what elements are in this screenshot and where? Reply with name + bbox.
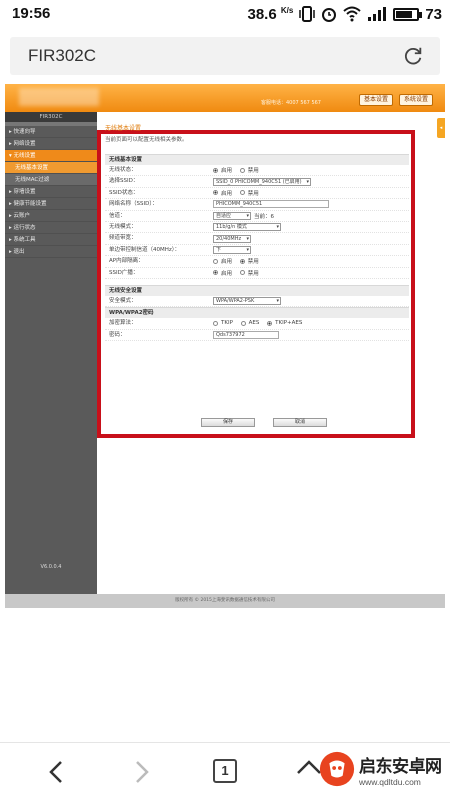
aes-radio[interactable]: [240, 320, 246, 326]
sidebar-nav: ▸ 快速向导 ▸ 网络设置 ▾ 无线设置 无线基本设置 无线MAC过滤 ▸ 穿墙设置 ▸ 健…: [5, 126, 97, 258]
ap-isolation-enable-radio[interactable]: [213, 258, 218, 264]
router-footer: 版权所有 © 2015上海斐讯数据通信技术有限公司: [5, 594, 445, 608]
sidebar-item-2[interactable]: ▾ 无线设置: [5, 150, 97, 162]
sidebar-item-3[interactable]: 无线基本设置: [5, 162, 97, 174]
wireless-form: 无线基本设置 无线状态： 启用 禁用 选择SSID： SSID_0 PHICOM…: [105, 154, 409, 427]
row-encryption: 加密算法： TKIP AES TKIP+AES: [105, 318, 409, 330]
row-ssid-state: SSID状态： 启用 禁用: [105, 188, 409, 200]
wireless-disable-radio[interactable]: [239, 167, 245, 173]
ssid-select[interactable]: SSID_0 PHICOMM_940C51 (已启用): [213, 177, 311, 186]
battery-level: 73: [425, 5, 442, 23]
sidebar-item-10[interactable]: ▸ 退出: [5, 246, 97, 258]
row-password: 密码： Qds737972: [105, 330, 409, 342]
address-bar[interactable]: FIR302C: [10, 37, 440, 75]
bandwidth-select[interactable]: 20/40MHz: [213, 234, 251, 243]
router-admin-page: 客服电话：4007 567 567 基本设置 系统设置 FIR302C ▸ 快速…: [5, 84, 445, 608]
channel-select[interactable]: 自适应: [213, 211, 251, 220]
ssid-enable-radio[interactable]: [213, 190, 218, 196]
main-content: 无线基本设置 当前页面可以配置无线相关参数。 无线基本设置 无线状态： 启用 禁…: [97, 112, 445, 594]
sidebar-item-9[interactable]: ▸ 系统工具: [5, 234, 97, 246]
cancel-button[interactable]: 取消: [273, 418, 327, 427]
service-hotline: 客服电话：4007 567 567: [261, 100, 321, 106]
vibrate-icon: [299, 6, 316, 22]
status-icons: 38.6 K/s 73: [247, 4, 442, 24]
row-ssid-select: 选择SSID： SSID_0 PHICOMM_940C51 (已启用): [105, 176, 409, 188]
row-security-mode: 安全模式： WPA/WPA2-PSK: [105, 296, 409, 308]
broadcast-disable-radio[interactable]: [239, 270, 245, 276]
watermark-url: www.qdltdu.com: [359, 776, 421, 787]
wifi-icon: [343, 6, 361, 22]
feedback-tab[interactable]: ◂: [437, 118, 445, 138]
watermark-logo-icon: [319, 751, 355, 787]
content-description: 当前页面可以配置无线相关参数。: [105, 137, 188, 143]
wireless-enable-radio[interactable]: [213, 167, 218, 173]
ssid-disable-radio[interactable]: [239, 190, 245, 196]
sidebar-item-6[interactable]: ▸ 健康节能设置: [5, 198, 97, 210]
tabs-button[interactable]: 1: [213, 759, 237, 783]
row-ssid-name: 网络名称（SSID）： PHICOMM_940C51: [105, 199, 409, 211]
router-header: 客服电话：4007 567 567 基本设置 系统设置: [5, 84, 445, 112]
row-channel: 信道： 自适应当前：6: [105, 211, 409, 222]
current-channel: 当前：6: [254, 213, 274, 220]
password-input[interactable]: Qds737972: [213, 330, 279, 339]
row-ap-isolation: AP内部隔离： 启用 禁用: [105, 256, 409, 268]
security-mode-select[interactable]: WPA/WPA2-PSK: [213, 297, 281, 306]
section-wpa: WPA/WPA2密码: [105, 307, 409, 319]
reload-icon[interactable]: [402, 45, 424, 67]
broadcast-enable-radio[interactable]: [213, 270, 218, 276]
forward-icon[interactable]: [126, 757, 156, 787]
site-watermark: 启东安卓网 www.qdltdu.com: [318, 744, 448, 794]
back-icon[interactable]: [42, 757, 72, 787]
save-button[interactable]: 保存: [201, 418, 255, 427]
row-ext-channel: 单边带控制信道（40MHz）： 下: [105, 245, 409, 257]
sidebar-item-8[interactable]: ▸ 运行状态: [5, 222, 97, 234]
page-title-address: FIR302C: [28, 46, 97, 65]
section-security: 无线安全设置: [105, 284, 409, 296]
wireless-mode-select[interactable]: 11b/g/n 模式: [213, 223, 281, 232]
section-basic: 无线基本设置: [105, 154, 409, 165]
row-bandwidth: 频道带宽： 20/40MHz: [105, 233, 409, 245]
sidebar-item-0[interactable]: ▸ 快速向导: [5, 126, 97, 138]
blurred-logo: [19, 88, 99, 106]
ext-channel-select[interactable]: 下: [213, 245, 251, 254]
form-buttons: 保存 取消: [105, 418, 409, 432]
row-ssid-broadcast: SSID广播： 启用 禁用: [105, 268, 409, 279]
alarm-icon: [321, 6, 337, 22]
basic-settings-button[interactable]: 基本设置: [359, 94, 393, 106]
sidebar-item-5[interactable]: ▸ 穿墙设置: [5, 186, 97, 198]
ssid-name-input[interactable]: PHICOMM_940C51: [213, 200, 329, 209]
signal-icon: [367, 6, 387, 22]
sidebar-item-1[interactable]: ▸ 网络设置: [5, 138, 97, 150]
ap-isolation-disable-radio[interactable]: [239, 258, 245, 264]
status-time: 19:56: [12, 5, 51, 22]
tkip-aes-radio[interactable]: [267, 320, 273, 326]
network-speed: 38.6 K/s: [247, 5, 294, 23]
watermark-name: 启东安卓网: [359, 756, 442, 777]
router-sidebar: FIR302C ▸ 快速向导 ▸ 网络设置 ▾ 无线设置 无线基本设置 无线MAC过滤 ▸…: [5, 112, 97, 594]
status-bar: 19:56 38.6 K/s 73: [0, 0, 450, 28]
row-wireless-mode: 无线模式： 11b/g/n 模式: [105, 222, 409, 234]
sidebar-item-4[interactable]: 无线MAC过滤: [5, 174, 97, 186]
sidebar-item-7[interactable]: ▸ 云账户: [5, 210, 97, 222]
content-title: 无线基本设置: [105, 125, 142, 132]
system-settings-button[interactable]: 系统设置: [399, 94, 433, 106]
tkip-radio[interactable]: [213, 320, 218, 326]
row-wireless-state: 无线状态： 启用 禁用: [105, 165, 409, 177]
sidebar-brand: FIR302C: [5, 112, 97, 122]
firmware-version: V6.0.0.4: [40, 564, 62, 570]
battery-icon: [393, 7, 423, 21]
